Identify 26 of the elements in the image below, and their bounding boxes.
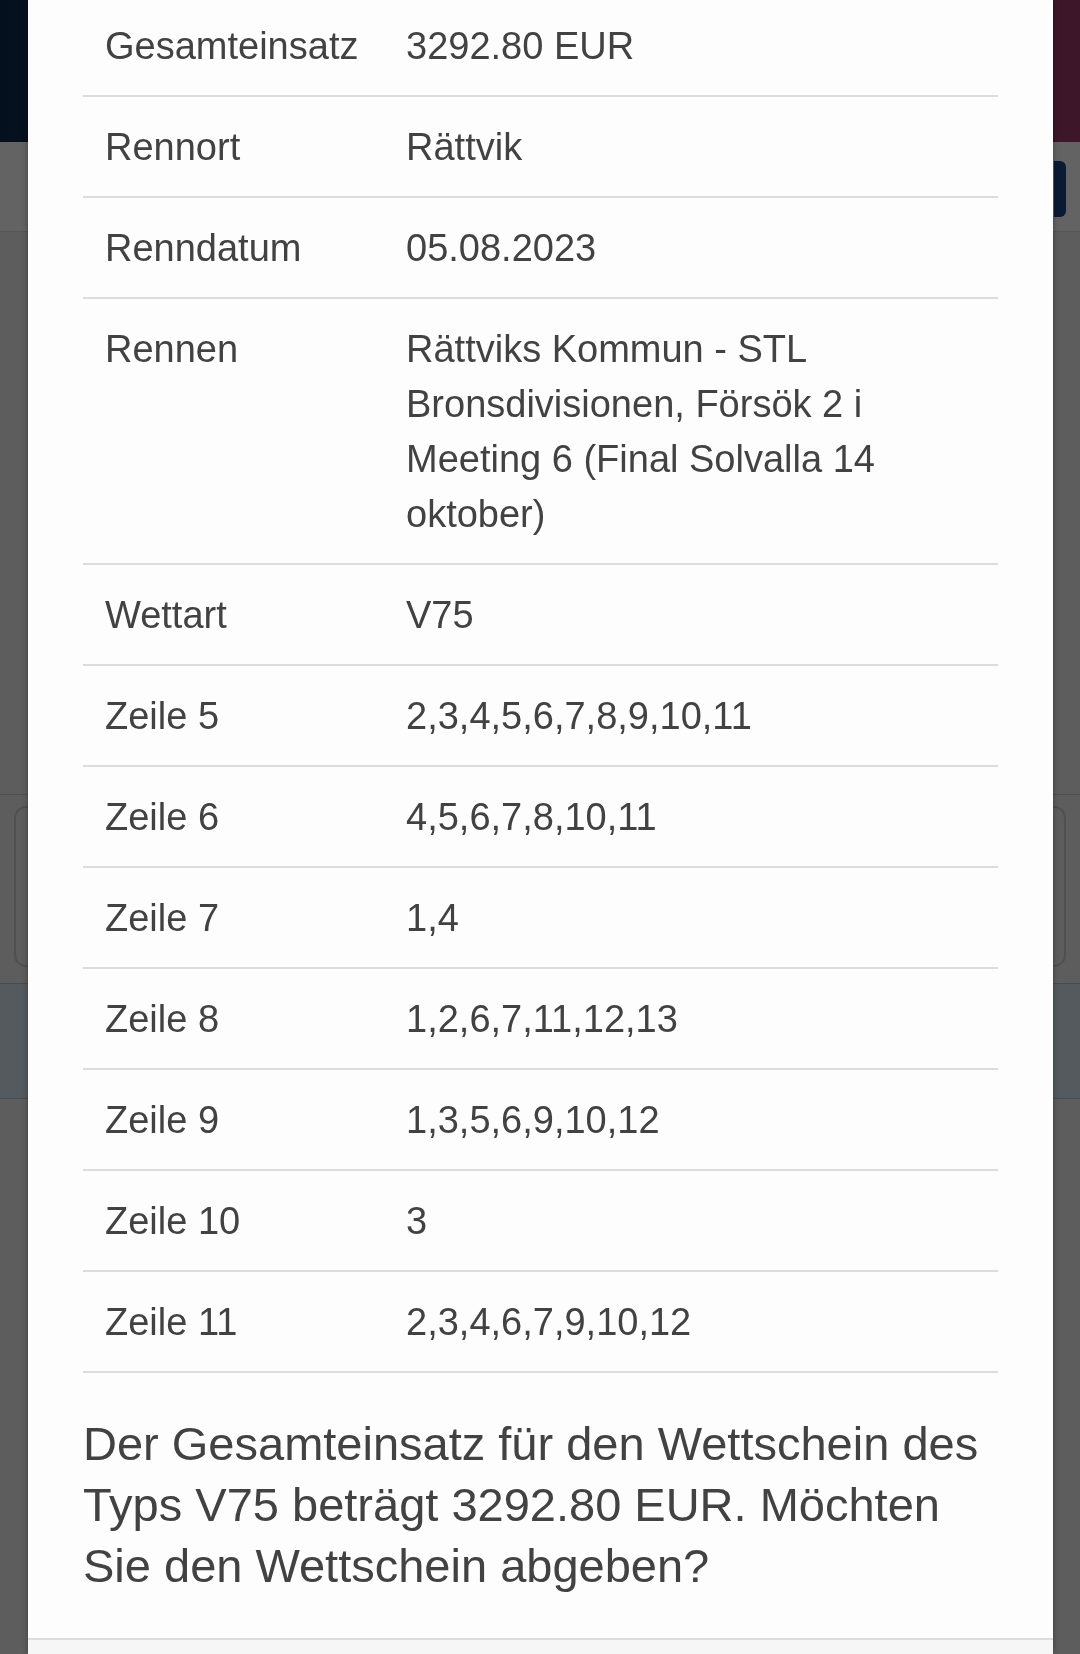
row-value: Rättviks Kommun - STL Bronsdivisionen, Försök 2 i Meeting 6 (Final Solvalla 14 oktober): [406, 327, 876, 537]
row-value: 1,2,6,7,11,12,13: [406, 997, 679, 1042]
row-value: 2,3,4,6,7,9,10,12: [406, 1300, 693, 1345]
row-label: Zeile 6: [104, 795, 221, 840]
row-value: 1,4: [406, 896, 460, 941]
row-label: Zeile 7: [104, 896, 221, 941]
row-value: 2,3,4,5,6,7,8,9,10,11: [406, 694, 753, 739]
row-value: 4,5,6,7,8,10,11: [406, 795, 658, 840]
row-label: Rennen: [104, 327, 240, 372]
row-value: 1,3,5,6,9,10,12: [406, 1098, 661, 1143]
confirmation-message: Der Gesamteinsatz für den Wettschein des Typs V75 beträgt 3292.80 EUR. Möchten Sie den Wettschein abgeben?: [83, 1416, 980, 1594]
row-value: 3: [406, 1199, 429, 1244]
row-value: Rättvik: [406, 125, 524, 170]
row-label: Gesamteinsatz: [104, 24, 360, 69]
row-label: Renndatum: [104, 226, 303, 271]
row-label: Zeile 8: [104, 997, 221, 1042]
row-value: 3292.80 EUR: [406, 24, 636, 69]
toolbar-button[interactable]: [1054, 161, 1066, 217]
row-label: Zeile 11: [104, 1300, 239, 1345]
row-label: Wettart: [104, 593, 228, 638]
row-label: Zeile 10: [104, 1199, 242, 1244]
row-value: V75: [406, 593, 475, 638]
row-label: Zeile 5: [104, 694, 221, 739]
row-label: Rennort: [104, 125, 242, 170]
row-label: Zeile 9: [104, 1098, 221, 1143]
row-value: 05.08.2023: [406, 226, 598, 271]
